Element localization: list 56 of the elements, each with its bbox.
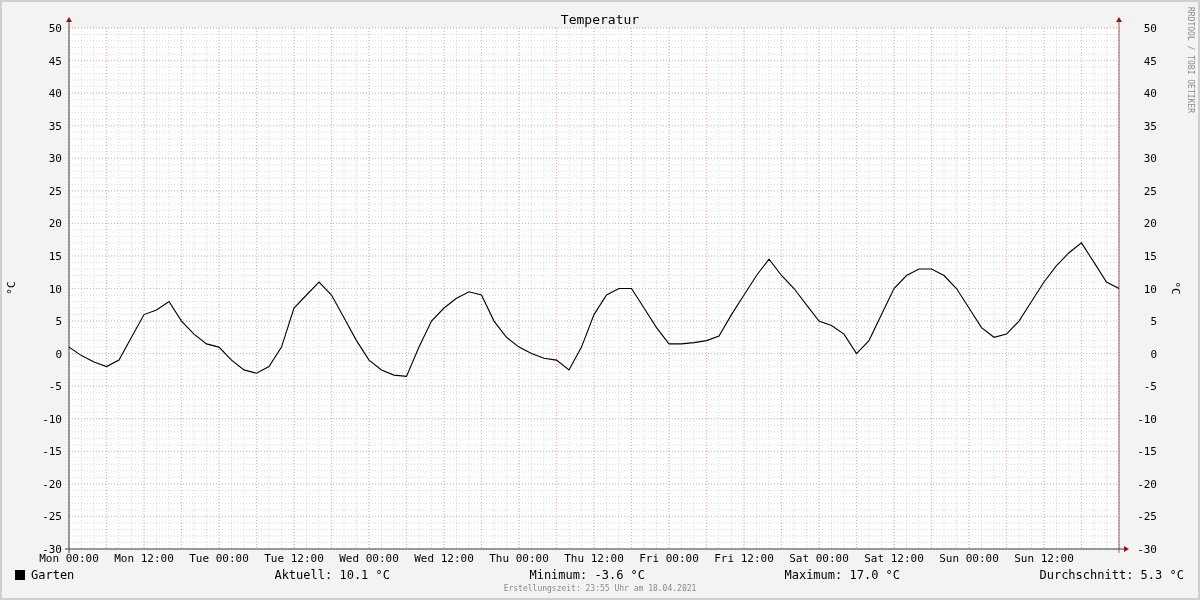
y-tick-label: 5 bbox=[1150, 315, 1157, 329]
y-tick-label: 15 bbox=[1143, 249, 1157, 263]
y-tick-label: 50 bbox=[48, 22, 62, 35]
y-tick-label: -10 bbox=[42, 412, 62, 426]
y-tick-label: -10 bbox=[1137, 412, 1157, 426]
legend-statistic: Maximum: 17.0 °C bbox=[784, 568, 901, 582]
y-tick-label: 50 bbox=[1143, 22, 1157, 35]
x-tick-label: Sat 00:00 bbox=[789, 552, 849, 565]
y-tick-label: -5 bbox=[1143, 380, 1157, 394]
y-tick-label: 30 bbox=[48, 152, 62, 166]
y-tick-label: -20 bbox=[1137, 477, 1157, 491]
y-tick-label: 35 bbox=[48, 119, 62, 133]
y-tick-label: -20 bbox=[42, 477, 62, 491]
y-tick-label: 15 bbox=[48, 249, 62, 263]
y-tick-label: 35 bbox=[1143, 119, 1157, 133]
y-tick-label: 30 bbox=[1143, 152, 1157, 166]
x-tick-label: Wed 12:00 bbox=[414, 552, 474, 565]
x-tick-label: Mon 12:00 bbox=[114, 552, 174, 565]
y-tick-label: 25 bbox=[1143, 184, 1157, 198]
legend-statistic: Durchschnitt: 5.3 °C bbox=[1039, 568, 1184, 582]
x-tick-label: Thu 00:00 bbox=[489, 552, 549, 565]
x-tick-label: Tue 00:00 bbox=[189, 552, 249, 565]
x-tick-label: Fri 12:00 bbox=[714, 552, 774, 565]
y-tick-label: 5 bbox=[55, 315, 62, 329]
y-tick-label: -25 bbox=[1137, 510, 1157, 524]
x-tick-label: Sat 12:00 bbox=[864, 552, 924, 565]
legend-label: Garten bbox=[31, 568, 75, 582]
x-tick-label: Thu 12:00 bbox=[564, 552, 624, 565]
y-tick-label: -30 bbox=[1137, 543, 1157, 556]
y-tick-label: 20 bbox=[48, 217, 62, 231]
legend-statistic: Aktuell: 10.1 °C bbox=[274, 568, 390, 582]
y-tick-label: -5 bbox=[48, 380, 62, 394]
x-tick-label: Sun 00:00 bbox=[939, 552, 999, 565]
x-tick-label: Sun 12:00 bbox=[1014, 552, 1074, 565]
y-axis-label: °C bbox=[5, 281, 18, 295]
x-tick-label: Fri 00:00 bbox=[639, 552, 699, 565]
credit-text: RRDTOOL / TOBI OETIKER bbox=[1186, 7, 1195, 113]
y-tick-label: -15 bbox=[42, 445, 62, 459]
x-tick-label: Wed 00:00 bbox=[339, 552, 399, 565]
chart-title: Temperatur bbox=[560, 12, 640, 27]
y-tick-label: 10 bbox=[48, 282, 62, 296]
y-tick-label: 10 bbox=[1143, 282, 1157, 296]
y-tick-label: 0 bbox=[1150, 347, 1157, 361]
creation-time-text: Erstellungszeit: 23:55 Uhr am 18.04.2021 bbox=[503, 584, 697, 593]
y-tick-label: 0 bbox=[55, 347, 62, 361]
y-tick-label: 20 bbox=[1143, 217, 1157, 231]
y-tick-label: -15 bbox=[1137, 445, 1157, 459]
y-tick-label: 45 bbox=[1143, 54, 1157, 68]
y-tick-label: 40 bbox=[48, 87, 62, 101]
y-tick-label: 40 bbox=[1143, 87, 1157, 101]
y-tick-label: -25 bbox=[42, 510, 62, 524]
legend-statistic: Minimum: -3.6 °C bbox=[529, 568, 646, 582]
y-tick-label: 45 bbox=[48, 54, 62, 68]
y-axis-label: °C bbox=[1169, 281, 1182, 295]
x-tick-label: Tue 12:00 bbox=[264, 552, 324, 565]
y-tick-label: 25 bbox=[48, 184, 62, 198]
